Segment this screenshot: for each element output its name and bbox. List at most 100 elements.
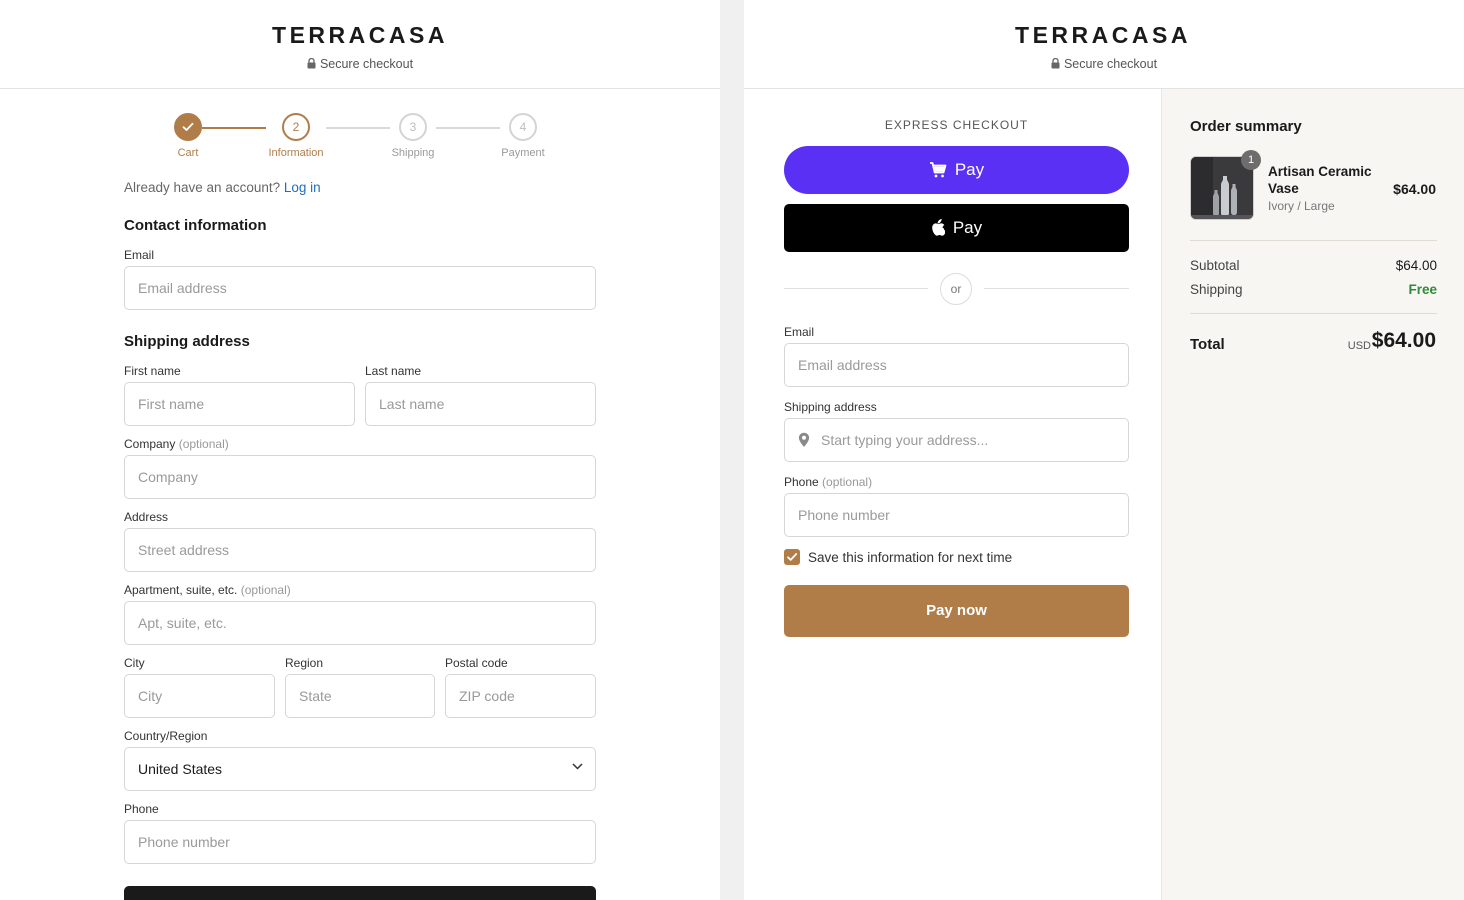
postal-code-label: Postal code [445,656,508,670]
checkout-information-panel: TERRACASA Secure checkout Cart 2 Informa… [0,0,720,900]
checkout-stepper: Cart 2 Information 3 Shipping 4 Payment [124,113,596,163]
step-shipping-label: Shipping [391,147,435,159]
phone-label-text: Phone [784,475,819,489]
apple-icon [932,219,946,236]
shipping-address-label: Shipping address [784,400,877,414]
first-name-label: First name [124,364,181,378]
step-information-label: Information [268,147,324,159]
shop-pay-button[interactable]: Pay [784,146,1129,194]
apartment-label: Apartment, suite, etc. (optional) [124,583,291,597]
step-cart-label[interactable]: Cart [138,147,238,159]
country-value: United States [138,761,223,777]
phone-label: Phone [124,802,159,816]
email-input[interactable]: Email address [124,266,596,310]
step-connector [326,127,390,129]
contact-information-title: Contact information [124,217,267,234]
order-summary-title: Order summary [1190,118,1302,135]
summary-divider [1190,313,1437,314]
product-price: $64.00 [1393,181,1436,197]
street-address-input[interactable]: Street address [124,528,596,572]
subtotal-label: Subtotal [1190,258,1240,273]
secure-checkout-text: Secure checkout [319,57,414,71]
secure-checkout-note: Secure checkout [0,57,720,71]
brand-logo[interactable]: TERRACASA [744,22,1464,49]
optional-tag: (optional) [822,475,873,489]
email-label: Email [124,248,155,262]
or-divider: or [940,273,972,305]
step-payment-circle: 4 [509,113,537,141]
lock-icon [307,57,320,71]
step-shipping-circle: 3 [399,113,427,141]
company-label-text: Company [124,437,176,451]
step-connector [202,127,266,129]
email-label: Email [784,325,815,339]
shop-pay-label: Pay [954,160,985,179]
apartment-input[interactable]: Apt, suite, etc. [124,601,596,645]
save-info-checkbox[interactable] [784,549,800,565]
address-placeholder: Start typing your address... [821,432,989,448]
address-label: Address [124,510,169,524]
step-payment-label: Payment [501,147,545,159]
apple-pay-button[interactable]: Pay [784,204,1129,252]
total-label: Total [1190,336,1225,353]
postal-code-input[interactable]: ZIP code [445,674,596,718]
brand-logo[interactable]: TERRACASA [0,22,720,49]
apple-pay-label: Pay [952,218,983,237]
country-select[interactable]: United States [124,747,596,791]
product-name: Artisan Ceramic Vase [1268,164,1372,196]
secure-checkout-text: Secure checkout [1063,57,1158,71]
order-summary: Order summary 1 Artisan Ceramic Vase Ivo… [1161,89,1464,900]
region-label: Region [285,656,324,670]
save-info-label[interactable]: Save this information for next time [808,550,1012,565]
city-input[interactable]: City [124,674,275,718]
continue-button[interactable] [124,886,596,900]
express-checkout-title: EXPRESS CHECKOUT [884,118,1029,132]
last-name-label: Last name [365,364,422,378]
secure-checkout-note: Secure checkout [744,57,1464,71]
subtotal-value: $64.00 [1395,258,1437,273]
account-prompt-text: Already have an account? [124,180,281,195]
total-value: $64.00 [1371,329,1436,352]
chevron-down-icon [572,763,583,770]
shipping-cost-label: Shipping [1190,282,1243,297]
account-prompt: Already have an account? Log in [124,180,321,195]
last-name-input[interactable]: Last name [365,382,596,426]
location-pin-icon [798,432,810,447]
divider-right [984,288,1129,289]
phone-label: Phone (optional) [784,475,872,489]
checkbox-check-icon [787,553,798,561]
region-input[interactable]: State [285,674,435,718]
first-name-input[interactable]: First name [124,382,355,426]
subtotal-row: Subtotal $64.00 [1190,258,1437,273]
quantity-badge: 1 [1241,150,1261,170]
express-checkout-panel: TERRACASA Secure checkout EXPRESS CHECKO… [744,0,1464,900]
apartment-label-text: Apartment, suite, etc. [124,583,238,597]
address-autocomplete-input[interactable]: Start typing your address... [784,418,1129,462]
optional-tag: (optional) [240,583,291,597]
step-connector [436,127,500,129]
shipping-cost-value: Free [1408,282,1437,297]
shipping-row: Shipping Free [1190,282,1437,297]
city-label: City [124,656,145,670]
company-input[interactable]: Company [124,455,596,499]
country-label: Country/Region [124,729,208,743]
product-variant: Ivory / Large [1268,199,1335,213]
company-label: Company (optional) [124,437,229,451]
check-icon [182,122,194,131]
lock-icon [1051,57,1064,71]
checkout-header: TERRACASA Secure checkout [0,0,720,89]
checkout-header: TERRACASA Secure checkout [744,0,1464,89]
optional-tag: (optional) [178,437,229,451]
phone-input[interactable]: Phone number [784,493,1129,537]
total-currency: USD [1347,340,1371,352]
divider-left [784,288,928,289]
cart-icon [929,162,947,178]
phone-input[interactable]: Phone number [124,820,596,864]
shipping-address-title: Shipping address [124,333,250,350]
step-cart-circle[interactable] [174,113,202,141]
step-information-circle: 2 [282,113,310,141]
pay-now-button[interactable]: Pay now [784,585,1129,637]
summary-divider [1190,240,1437,241]
email-input[interactable]: Email address [784,343,1129,387]
login-link[interactable]: Log in [284,180,321,195]
